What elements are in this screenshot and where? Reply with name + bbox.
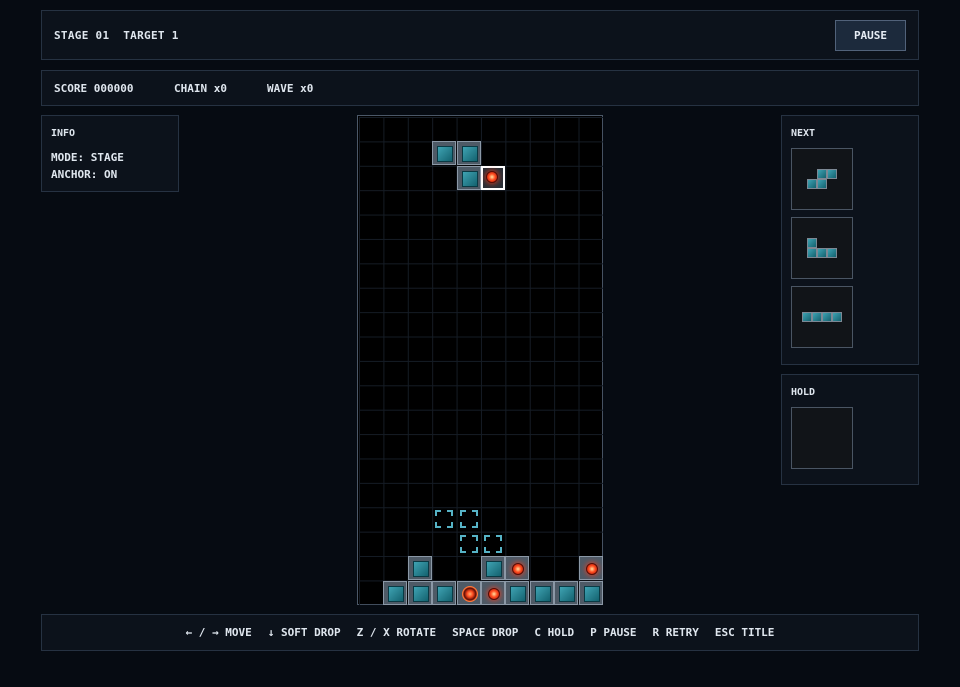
ghost-piece-cell (435, 510, 454, 529)
mode-text: MODE: STAGE (51, 151, 124, 164)
next-slot-3 (791, 286, 853, 348)
next-j-piece-block (827, 248, 837, 258)
board-grid (359, 117, 603, 605)
score-bar: SCORE 000000 CHAIN x0 WAVE x0 (41, 70, 919, 106)
ghost-piece-cell (484, 534, 502, 553)
control-hint: ← / → MOVE (185, 626, 252, 639)
placed-core (505, 556, 530, 581)
placed-block (432, 580, 457, 605)
next-slot-2 (791, 217, 853, 279)
chain-value: CHAIN x0 (174, 82, 227, 95)
next-title: NEXT (791, 128, 816, 139)
next-j-piece-block (817, 248, 827, 258)
next-s-piece-block (817, 169, 827, 179)
controls-hints: ← / → MOVE ↓ SOFT DROP Z / X ROTATE SPACE D… (42, 626, 918, 639)
next-i-piece-block (832, 312, 842, 322)
pause-button[interactable]: PAUSE (835, 20, 906, 51)
next-slot-1 (791, 148, 853, 210)
next-i-piece-block (802, 312, 812, 322)
ghost-piece-cell (459, 510, 478, 529)
next-s-piece-block (817, 179, 827, 189)
next-s-piece-block (807, 179, 817, 189)
stage-info: STAGE 01 TARGET 1 (54, 29, 179, 42)
next-i-piece-block (822, 312, 832, 322)
next-j-piece-block (807, 248, 817, 258)
anchor-text: ANCHOR: ON (51, 168, 118, 181)
next-i-piece-block (812, 312, 822, 322)
placed-block (529, 580, 554, 605)
placed-block (407, 556, 432, 581)
ghost-piece-cell (459, 534, 478, 553)
wave-value: WAVE x0 (267, 82, 314, 95)
placed-block (407, 580, 432, 605)
target-label: TARGET 1 (123, 29, 179, 42)
top-bar: STAGE 01 TARGET 1 PAUSE (41, 10, 919, 60)
game-board[interactable] (357, 115, 603, 605)
placed-block (383, 580, 408, 605)
placed-block (554, 580, 579, 605)
control-hint: P PAUSE (590, 626, 637, 639)
placed-block (505, 580, 530, 605)
active-piece-block (456, 165, 481, 190)
placed-block (481, 556, 505, 581)
control-hint: Z / X ROTATE (356, 626, 437, 639)
info-panel: INFO MODE: STAGE ANCHOR: ON (41, 115, 179, 192)
control-hint: ↓ SOFT DROP (267, 626, 341, 639)
placed-core (481, 580, 505, 605)
active-piece-block (456, 141, 481, 166)
control-hint: C HOLD (534, 626, 575, 639)
next-panel: NEXT (781, 115, 919, 365)
hold-panel: HOLD (781, 374, 919, 485)
placed-core (578, 556, 603, 581)
info-title: INFO (51, 128, 76, 139)
placed-block (578, 580, 603, 605)
active-anchor-core (481, 165, 505, 190)
score-value: SCORE 000000 (54, 82, 134, 95)
control-hint: R RETRY (652, 626, 699, 639)
placed-core (456, 580, 481, 605)
control-hint: SPACE DROP (452, 626, 519, 639)
active-piece-block (432, 141, 457, 166)
hold-slot[interactable] (791, 407, 853, 469)
hold-title: HOLD (791, 387, 816, 398)
control-hint: ESC TITLE (714, 626, 775, 639)
controls-bar: ← / → MOVE ↓ SOFT DROP Z / X ROTATE SPACE D… (41, 614, 919, 651)
next-j-piece-block (807, 238, 817, 248)
stage-label: STAGE 01 (54, 29, 110, 42)
next-s-piece-block (827, 169, 837, 179)
